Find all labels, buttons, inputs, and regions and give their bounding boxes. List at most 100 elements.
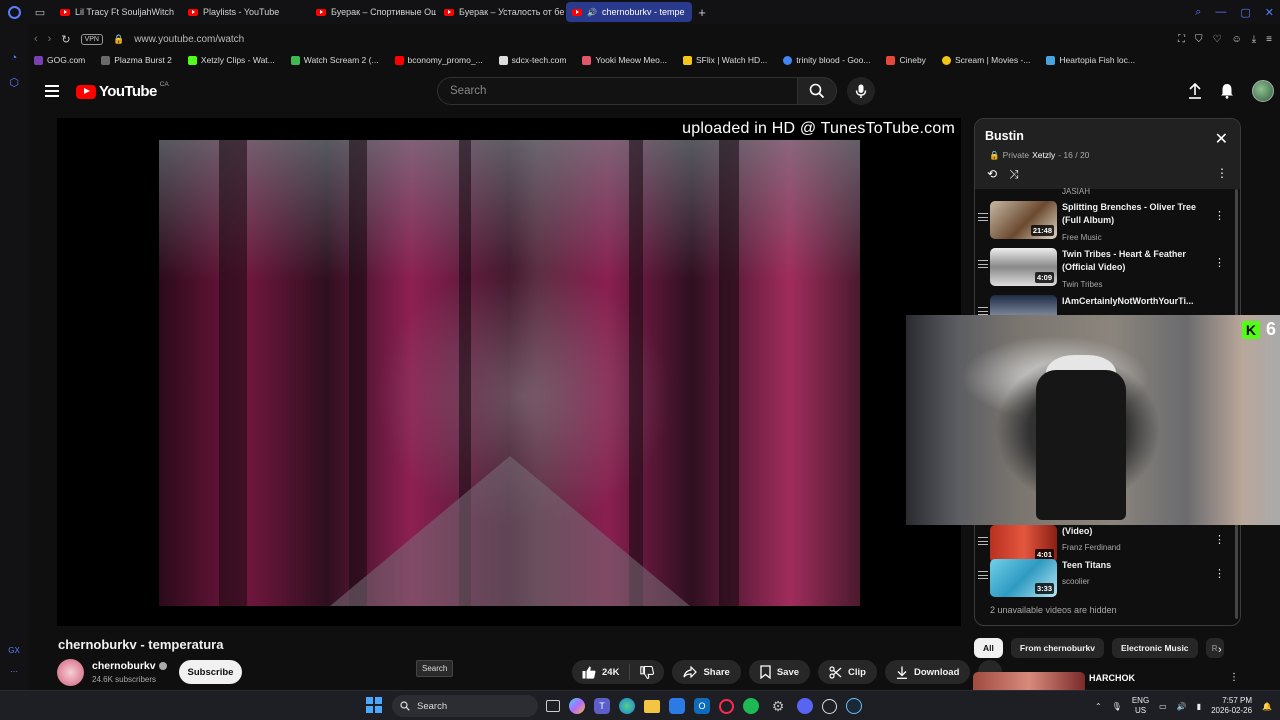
chip-electronic-music[interactable]: Electronic Music (1111, 638, 1198, 658)
chip-from-channel[interactable]: From chernoburkv (1010, 638, 1104, 658)
like-button[interactable]: 24K (572, 660, 629, 684)
bookmark-plazma[interactable]: Plazma Burst 2 (101, 55, 172, 65)
drag-handle-icon[interactable] (978, 571, 988, 579)
playlist-item-thumbnail[interactable]: 21:48 (990, 201, 1057, 239)
bookmark-heartopia[interactable]: Heartopia Fish loc... (1046, 55, 1135, 65)
new-tab-button[interactable]: + (692, 2, 712, 22)
notifications-bell-icon[interactable] (1220, 83, 1234, 99)
more-icon[interactable]: ⋯ (10, 667, 18, 676)
user-avatar[interactable] (1252, 80, 1274, 102)
windows-start-icon[interactable] (366, 697, 382, 713)
share-button[interactable]: Share (672, 660, 741, 684)
notification-center-icon[interactable]: 🔔 (1262, 702, 1272, 711)
playlist-more-icon[interactable]: ⋮ (1216, 166, 1228, 180)
bookmark-sdcx[interactable]: sdcx-tech.com (498, 55, 566, 65)
heart-icon[interactable]: ♡ (1213, 34, 1222, 45)
spotify-icon[interactable] (743, 698, 759, 714)
taskbar-search[interactable]: Search (392, 695, 538, 717)
discord-icon[interactable] (797, 698, 813, 714)
steam-icon[interactable] (846, 698, 862, 714)
download-icon[interactable]: ⤓ (1252, 34, 1256, 45)
item-more-icon[interactable]: ⋮ (1214, 256, 1225, 269)
close-window-icon[interactable]: ✕ (1265, 6, 1274, 19)
playlist-item-title[interactable]: Splitting Brenches - Oliver Tree (Full A… (1062, 201, 1202, 227)
playlist-title[interactable]: Bustin (985, 129, 1024, 143)
loop-icon[interactable]: ⟲ (987, 167, 997, 182)
shuffle-icon[interactable]: ⤨ (1009, 167, 1019, 182)
item-more-icon[interactable]: ⋮ (1214, 567, 1225, 580)
bookmark-scream2[interactable]: Watch Scream 2 (... (290, 55, 379, 65)
tray-chevron-icon[interactable]: ⌃ (1095, 702, 1102, 711)
upload-icon[interactable] (1188, 83, 1202, 99)
tab-3[interactable]: Буерак – Усталость от бе (438, 2, 564, 22)
playlist-owner[interactable]: Xetzly (1032, 150, 1055, 161)
menu-icon[interactable]: ≡ (1266, 34, 1272, 45)
playlist-item[interactable]: 3:33 Teen Titans scoolier ⋮ (975, 559, 1233, 603)
drag-handle-icon[interactable] (978, 537, 988, 545)
channel-avatar[interactable] (57, 659, 84, 686)
vpn-badge[interactable]: VPN (80, 33, 103, 45)
playlist-item-title[interactable]: (Video) (1062, 525, 1202, 538)
teams-icon[interactable]: T (594, 698, 610, 714)
recommended-thumbnail[interactable] (973, 672, 1085, 690)
network-icon[interactable]: ▭ (1159, 702, 1167, 711)
recommended-more-icon[interactable]: ⋮ (1229, 672, 1239, 683)
playlist-item[interactable]: 21:48 Splitting Brenches - Oliver Tree (… (975, 201, 1233, 245)
edge-icon[interactable] (619, 698, 635, 714)
minimize-icon[interactable]: — (1215, 6, 1226, 18)
tab-0[interactable]: Lil Tracy Ft SouljahWitch (54, 2, 180, 22)
store-icon[interactable] (669, 698, 685, 714)
forward-icon[interactable]: › (48, 33, 52, 45)
extensions-icon[interactable]: ⬡ (9, 76, 19, 89)
snapshot-icon[interactable]: ⛶ (1178, 34, 1185, 45)
voice-search-button[interactable] (847, 77, 875, 105)
recommended-title[interactable]: HARCHOK (1089, 673, 1135, 683)
maximize-icon[interactable]: ▢ (1240, 6, 1250, 19)
search-input[interactable]: Search (437, 77, 797, 105)
playlist-item-thumbnail[interactable]: 3:33 (990, 559, 1057, 597)
video-player[interactable]: uploaded in HD @ TunesToTube.com (57, 118, 961, 626)
item-more-icon[interactable]: ⋮ (1214, 533, 1225, 546)
drag-handle-icon[interactable] (978, 213, 988, 221)
url-field[interactable]: www.youtube.com/watch (134, 34, 244, 45)
bookmark-cineby[interactable]: Cineby (886, 55, 926, 65)
back-icon[interactable]: ‹ (34, 33, 38, 45)
account-icon[interactable]: ☺ (1232, 34, 1242, 45)
clock[interactable]: 7:57 PM 2026-02-26 (1211, 696, 1252, 715)
search-button[interactable] (797, 77, 837, 105)
task-view-icon[interactable] (546, 700, 560, 712)
channel-name[interactable]: chernoburkv (92, 660, 167, 672)
bookmark-xetzly[interactable]: Xetzly Clips - Wat... (187, 55, 275, 65)
youtube-logo[interactable]: YouTube CA (76, 81, 169, 100)
playlist-item[interactable]: JASIAH (975, 185, 1233, 199)
bookmark-gog[interactable]: GOG.com (34, 55, 85, 65)
tab-4-active[interactable]: 🔊 chernoburkv - tempe (566, 2, 692, 22)
recommended-video[interactable]: HARCHOK ⋮ (973, 670, 1243, 690)
tab-overview-icon[interactable]: ▭ (28, 0, 52, 24)
bookmark-trinity[interactable]: trinity blood - Goo... (783, 55, 870, 65)
shield-icon[interactable]: ⛉ (1195, 34, 1203, 45)
search-tabs-icon[interactable]: ⌕ (1195, 6, 1201, 19)
drag-handle-icon[interactable] (978, 260, 988, 268)
close-playlist-icon[interactable]: ✕ (1215, 132, 1228, 148)
bookmark-sflix[interactable]: SFlix | Watch HD... (682, 55, 767, 65)
download-button[interactable]: Download (884, 660, 971, 684)
playlist-item-title[interactable]: Teen Titans (1062, 559, 1202, 572)
dislike-button[interactable] (630, 660, 664, 684)
bookmark-scream[interactable]: Scream | Movies -... (941, 55, 1030, 65)
playlist-item-thumbnail[interactable]: 4:09 (990, 248, 1057, 286)
chevron-right-icon[interactable]: › (1218, 644, 1222, 656)
speaker-icon[interactable]: 🔊 (587, 8, 597, 17)
hamburger-menu-icon[interactable] (45, 85, 59, 97)
tab-1[interactable]: Playlists - YouTube (182, 2, 308, 22)
reload-icon[interactable]: ↻ (61, 33, 70, 46)
settings-gear-icon[interactable]: ⚙ (768, 696, 788, 716)
item-more-icon[interactable]: ⋮ (1214, 209, 1225, 222)
playlist-item-title[interactable]: Twin Tribes - Heart & Feather (Official … (1062, 248, 1202, 274)
volume-icon[interactable]: 🔊 (1177, 702, 1187, 711)
tab-2[interactable]: Буерак – Спортивные Ощ (310, 2, 436, 22)
battery-icon[interactable]: ▮ (1197, 702, 1201, 711)
file-explorer-icon[interactable] (644, 699, 660, 713)
playlist-item[interactable]: 4:09 Twin Tribes - Heart & Feather (Offi… (975, 248, 1233, 292)
outlook-icon[interactable]: O (694, 698, 710, 714)
